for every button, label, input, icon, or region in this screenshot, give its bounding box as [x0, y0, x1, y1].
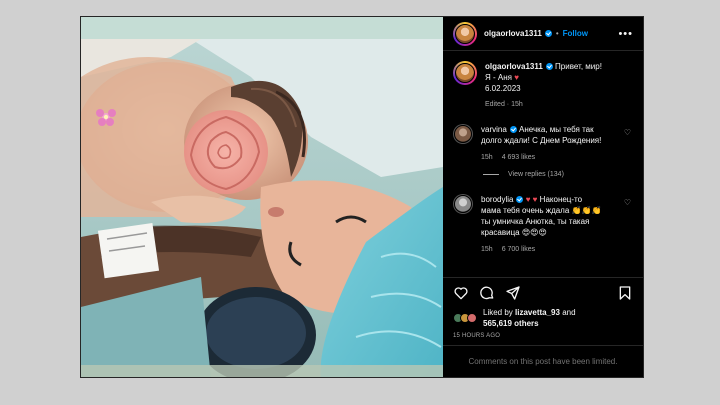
share-icon[interactable] [505, 285, 521, 301]
heart-small-icon[interactable]: ♡ [624, 198, 631, 207]
red-heart-icon: ♥ ♥ [525, 195, 538, 204]
post-header: olgaorlova1311 • Follow ••• [443, 17, 643, 51]
rose-sticker [184, 110, 268, 194]
caption: olgaorlova1311 Привет, мир! Я - Аня ♥ 6.… [453, 61, 633, 108]
comment: borodylia ♥ ♥ Наконец-то мама тебя очень… [453, 194, 633, 253]
comment: varvina Анечка, мы тебя так долго ждали!… [453, 124, 633, 161]
comment-text-line-2: долго ждали! С Днем Рождения! [481, 136, 602, 145]
comment-avatar[interactable] [453, 194, 473, 214]
liked-by-user[interactable]: lizavetta_93 [515, 308, 560, 317]
post-time-ago: 15 HOURS AGO [453, 333, 501, 339]
caption-line-1: Привет, мир! [555, 62, 602, 71]
separator-dot: • [555, 29, 559, 38]
emoji-icon: 😍😍😍 [521, 228, 547, 237]
post-side-panel: olgaorlova1311 • Follow ••• olgaorlova13… [443, 17, 643, 377]
caption-username[interactable]: olgaorlova1311 [485, 62, 543, 71]
caption-date: 6.02.2023 [485, 84, 521, 93]
comment-text-line-2: мама тебя очень ждала [481, 206, 570, 215]
comment-likes[interactable]: 6 700 likes [502, 246, 535, 253]
liker-avatars[interactable] [453, 313, 477, 323]
comment-likes[interactable]: 4 693 likes [502, 154, 535, 161]
comment-text-line-1: Наконец-то [539, 195, 583, 204]
caption-line-2: Я - Аня [485, 73, 512, 82]
bookmark-icon[interactable] [617, 285, 633, 301]
caption-avatar[interactable] [453, 61, 477, 85]
comment-text-line-3: ты умничка Анютка, ты такая [481, 217, 590, 226]
emoji-icon: 👏👏👏 [571, 206, 602, 215]
caption-edited: Edited · 15h [485, 101, 523, 108]
comment-time: 15h [481, 246, 493, 253]
heart-icon[interactable] [453, 285, 469, 301]
follow-button[interactable]: Follow [563, 29, 588, 38]
comment-text-line-4: красавица [481, 228, 520, 237]
view-replies-button[interactable]: View replies (134) [483, 171, 633, 178]
author-username[interactable]: olgaorlova1311 [484, 29, 542, 38]
likes-summary: Liked by lizavetta_93 and 565,619 others [443, 307, 643, 329]
comment-username[interactable]: varvina [481, 125, 507, 134]
more-icon[interactable]: ••• [618, 28, 633, 40]
liker-avatar [467, 313, 477, 323]
comment-icon[interactable] [479, 285, 495, 301]
author-avatar[interactable] [453, 21, 477, 46]
liked-by-count[interactable]: 565,619 others [483, 319, 539, 328]
comment-text-line-1: Анечка, мы тебя так [519, 125, 594, 134]
verified-icon [545, 63, 553, 71]
heart-small-icon[interactable]: ♡ [624, 128, 631, 137]
newborn-photo-illustration [81, 17, 443, 377]
post-photo[interactable] [81, 17, 443, 377]
liked-by-and: and [562, 308, 576, 317]
liked-by-prefix: Liked by [483, 308, 513, 317]
verified-icon [509, 126, 517, 134]
comment-username[interactable]: borodylia [481, 195, 513, 204]
instagram-post-card: olgaorlova1311 • Follow ••• olgaorlova13… [80, 16, 644, 378]
verified-icon [516, 196, 524, 204]
comment-avatar[interactable] [453, 124, 473, 144]
comments-limited-notice: Comments on this post have been limited. [443, 345, 643, 377]
comment-time: 15h [481, 154, 493, 161]
red-heart-icon: ♥ [514, 73, 519, 82]
action-bar [443, 277, 643, 307]
verified-icon [544, 30, 552, 37]
comments-list[interactable]: olgaorlova1311 Привет, мир! Я - Аня ♥ 6.… [443, 51, 643, 277]
